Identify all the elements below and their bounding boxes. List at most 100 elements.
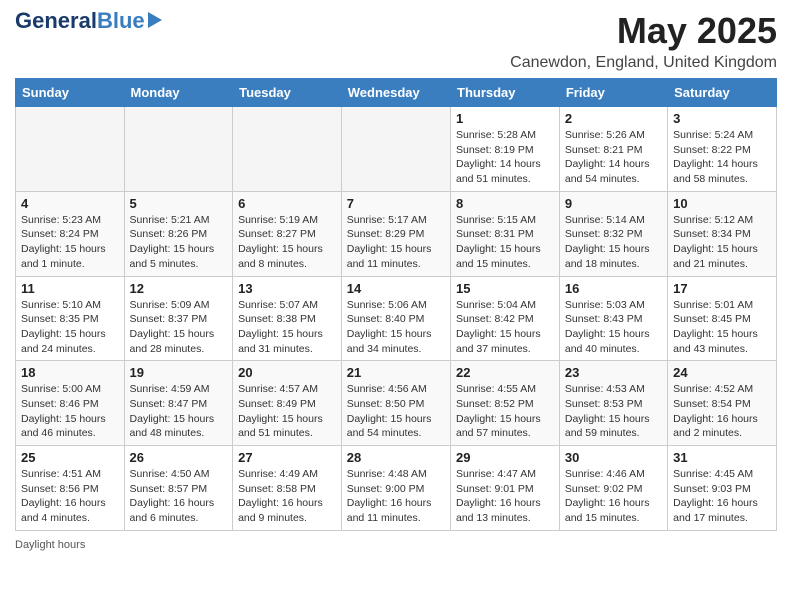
day-number: 6 bbox=[238, 196, 336, 211]
day-number: 31 bbox=[673, 450, 771, 465]
calendar-header-row: SundayMondayTuesdayWednesdayThursdayFrid… bbox=[16, 79, 777, 107]
day-number: 21 bbox=[347, 365, 445, 380]
calendar-cell: 24 Sunrise: 4:52 AM Sunset: 8:54 PM Dayli… bbox=[668, 361, 777, 446]
day-info: Sunrise: 4:53 AM Sunset: 8:53 PM Dayligh… bbox=[565, 382, 662, 441]
day-info: Sunrise: 4:47 AM Sunset: 9:01 PM Dayligh… bbox=[456, 467, 554, 526]
day-number: 25 bbox=[21, 450, 119, 465]
calendar-cell: 2 Sunrise: 5:26 AM Sunset: 8:21 PM Daylig… bbox=[559, 107, 667, 192]
calendar-header-wednesday: Wednesday bbox=[341, 79, 450, 107]
day-info: Sunrise: 5:21 AM Sunset: 8:26 PM Dayligh… bbox=[130, 213, 228, 272]
day-number: 13 bbox=[238, 281, 336, 296]
day-info: Sunrise: 4:46 AM Sunset: 9:02 PM Dayligh… bbox=[565, 467, 662, 526]
day-info: Sunrise: 5:01 AM Sunset: 8:45 PM Dayligh… bbox=[673, 298, 771, 357]
day-info: Sunrise: 4:50 AM Sunset: 8:57 PM Dayligh… bbox=[130, 467, 228, 526]
day-number: 10 bbox=[673, 196, 771, 211]
day-info: Sunrise: 5:03 AM Sunset: 8:43 PM Dayligh… bbox=[565, 298, 662, 357]
day-number: 1 bbox=[456, 111, 554, 126]
day-info: Sunrise: 5:23 AM Sunset: 8:24 PM Dayligh… bbox=[21, 213, 119, 272]
day-number: 5 bbox=[130, 196, 228, 211]
day-info: Sunrise: 4:56 AM Sunset: 8:50 PM Dayligh… bbox=[347, 382, 445, 441]
footer: Daylight hours bbox=[15, 539, 777, 551]
calendar-header-monday: Monday bbox=[124, 79, 233, 107]
day-number: 15 bbox=[456, 281, 554, 296]
calendar-cell: 7Sunrise: 5:17 AM Sunset: 8:29 PM Daylig… bbox=[341, 191, 450, 276]
day-info: Sunrise: 4:49 AM Sunset: 8:58 PM Dayligh… bbox=[238, 467, 336, 526]
calendar-cell bbox=[341, 107, 450, 192]
day-info: Sunrise: 5:24 AM Sunset: 8:22 PM Dayligh… bbox=[673, 128, 771, 187]
calendar-cell: 13 Sunrise: 5:07 AM Sunset: 8:38 PM Dayli… bbox=[233, 276, 342, 361]
calendar-week-1: 1 Sunrise: 5:28 AM Sunset: 8:19 PM Daylig… bbox=[16, 107, 777, 192]
logo: General Blue bbox=[15, 10, 162, 32]
calendar-week-3: 11 Sunrise: 5:10 AM Sunset: 8:35 PM Dayli… bbox=[16, 276, 777, 361]
calendar-cell: 8Sunrise: 5:15 AM Sunset: 8:31 PM Daylig… bbox=[451, 191, 560, 276]
calendar-cell: 31 Sunrise: 4:45 AM Sunset: 9:03 PM Dayli… bbox=[668, 446, 777, 531]
day-number: 16 bbox=[565, 281, 662, 296]
day-info: Sunrise: 5:26 AM Sunset: 8:21 PM Dayligh… bbox=[565, 128, 662, 187]
calendar-cell: 10 Sunrise: 5:12 AM Sunset: 8:34 PM Dayli… bbox=[668, 191, 777, 276]
calendar-cell: 20Sunrise: 4:57 AM Sunset: 8:49 PM Dayli… bbox=[233, 361, 342, 446]
day-info: Sunrise: 4:52 AM Sunset: 8:54 PM Dayligh… bbox=[673, 382, 771, 441]
day-info: Sunrise: 5:04 AM Sunset: 8:42 PM Dayligh… bbox=[456, 298, 554, 357]
calendar-cell: 14Sunrise: 5:06 AM Sunset: 8:40 PM Dayli… bbox=[341, 276, 450, 361]
day-info: Sunrise: 5:28 AM Sunset: 8:19 PM Dayligh… bbox=[456, 128, 554, 187]
calendar-cell: 5 Sunrise: 5:21 AM Sunset: 8:26 PM Daylig… bbox=[124, 191, 233, 276]
calendar-cell bbox=[233, 107, 342, 192]
calendar-cell: 11 Sunrise: 5:10 AM Sunset: 8:35 PM Dayli… bbox=[16, 276, 125, 361]
day-info: Sunrise: 5:07 AM Sunset: 8:38 PM Dayligh… bbox=[238, 298, 336, 357]
calendar-cell: 17 Sunrise: 5:01 AM Sunset: 8:45 PM Dayli… bbox=[668, 276, 777, 361]
logo-arrow-icon bbox=[148, 12, 162, 28]
location-subtitle: Canewdon, England, United Kingdom bbox=[510, 54, 777, 72]
day-info: Sunrise: 4:51 AM Sunset: 8:56 PM Dayligh… bbox=[21, 467, 119, 526]
day-info: Sunrise: 5:00 AM Sunset: 8:46 PM Dayligh… bbox=[21, 382, 119, 441]
month-title: May 2025 bbox=[510, 10, 777, 52]
calendar-header-friday: Friday bbox=[559, 79, 667, 107]
calendar-cell: 4Sunrise: 5:23 AM Sunset: 8:24 PM Daylig… bbox=[16, 191, 125, 276]
day-number: 30 bbox=[565, 450, 662, 465]
day-number: 9 bbox=[565, 196, 662, 211]
calendar-cell: 21 Sunrise: 4:56 AM Sunset: 8:50 PM Dayli… bbox=[341, 361, 450, 446]
day-info: Sunrise: 5:15 AM Sunset: 8:31 PM Dayligh… bbox=[456, 213, 554, 272]
calendar-cell: 29Sunrise: 4:47 AM Sunset: 9:01 PM Dayli… bbox=[451, 446, 560, 531]
calendar-cell: 16 Sunrise: 5:03 AM Sunset: 8:43 PM Dayli… bbox=[559, 276, 667, 361]
calendar-cell: 18Sunrise: 5:00 AM Sunset: 8:46 PM Dayli… bbox=[16, 361, 125, 446]
day-number: 3 bbox=[673, 111, 771, 126]
calendar-cell: 12 Sunrise: 5:09 AM Sunset: 8:37 PM Dayli… bbox=[124, 276, 233, 361]
calendar-cell: 1 Sunrise: 5:28 AM Sunset: 8:19 PM Daylig… bbox=[451, 107, 560, 192]
calendar-cell: 26Sunrise: 4:50 AM Sunset: 8:57 PM Dayli… bbox=[124, 446, 233, 531]
logo-blue: Blue bbox=[97, 10, 145, 32]
day-number: 11 bbox=[21, 281, 119, 296]
day-info: Sunrise: 5:10 AM Sunset: 8:35 PM Dayligh… bbox=[21, 298, 119, 357]
day-number: 12 bbox=[130, 281, 228, 296]
day-info: Sunrise: 5:17 AM Sunset: 8:29 PM Dayligh… bbox=[347, 213, 445, 272]
day-info: Sunrise: 5:09 AM Sunset: 8:37 PM Dayligh… bbox=[130, 298, 228, 357]
day-number: 19 bbox=[130, 365, 228, 380]
calendar-cell: 3 Sunrise: 5:24 AM Sunset: 8:22 PM Daylig… bbox=[668, 107, 777, 192]
calendar-week-2: 4Sunrise: 5:23 AM Sunset: 8:24 PM Daylig… bbox=[16, 191, 777, 276]
calendar-cell: 22Sunrise: 4:55 AM Sunset: 8:52 PM Dayli… bbox=[451, 361, 560, 446]
calendar-cell: 30 Sunrise: 4:46 AM Sunset: 9:02 PM Dayli… bbox=[559, 446, 667, 531]
day-info: Sunrise: 4:55 AM Sunset: 8:52 PM Dayligh… bbox=[456, 382, 554, 441]
day-info: Sunrise: 4:48 AM Sunset: 9:00 PM Dayligh… bbox=[347, 467, 445, 526]
calendar-cell: 23 Sunrise: 4:53 AM Sunset: 8:53 PM Dayli… bbox=[559, 361, 667, 446]
day-number: 23 bbox=[565, 365, 662, 380]
calendar-header-saturday: Saturday bbox=[668, 79, 777, 107]
calendar-week-5: 25 Sunrise: 4:51 AM Sunset: 8:56 PM Dayli… bbox=[16, 446, 777, 531]
day-number: 28 bbox=[347, 450, 445, 465]
day-number: 24 bbox=[673, 365, 771, 380]
calendar-header-sunday: Sunday bbox=[16, 79, 125, 107]
day-info: Sunrise: 5:12 AM Sunset: 8:34 PM Dayligh… bbox=[673, 213, 771, 272]
calendar-cell bbox=[16, 107, 125, 192]
logo-general: General bbox=[15, 10, 97, 32]
calendar-cell: 9 Sunrise: 5:14 AM Sunset: 8:32 PM Daylig… bbox=[559, 191, 667, 276]
day-info: Sunrise: 4:45 AM Sunset: 9:03 PM Dayligh… bbox=[673, 467, 771, 526]
day-number: 17 bbox=[673, 281, 771, 296]
calendar-header-tuesday: Tuesday bbox=[233, 79, 342, 107]
day-number: 2 bbox=[565, 111, 662, 126]
calendar-cell: 15 Sunrise: 5:04 AM Sunset: 8:42 PM Dayli… bbox=[451, 276, 560, 361]
day-info: Sunrise: 5:06 AM Sunset: 8:40 PM Dayligh… bbox=[347, 298, 445, 357]
day-info: Sunrise: 4:59 AM Sunset: 8:47 PM Dayligh… bbox=[130, 382, 228, 441]
day-info: Sunrise: 5:14 AM Sunset: 8:32 PM Dayligh… bbox=[565, 213, 662, 272]
daylight-label: Daylight hours bbox=[15, 539, 85, 551]
title-block: May 2025 Canewdon, England, United Kingd… bbox=[510, 10, 777, 72]
calendar-cell: 19 Sunrise: 4:59 AM Sunset: 8:47 PM Dayli… bbox=[124, 361, 233, 446]
